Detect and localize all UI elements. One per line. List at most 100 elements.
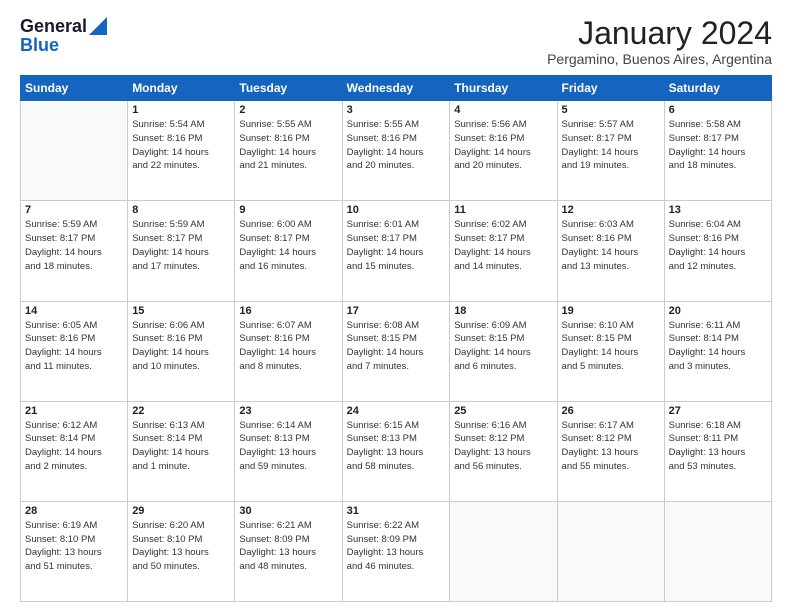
day-number: 1 bbox=[132, 104, 230, 116]
calendar-cell: 13 Sunrise: 6:04 AM Sunset: 8:16 PM Dayli… bbox=[664, 201, 771, 301]
calendar-cell: 15 Sunrise: 6:06 AM Sunset: 8:16 PM Dayli… bbox=[128, 301, 235, 401]
day-info: Sunrise: 6:19 AM Sunset: 8:10 PM Dayligh… bbox=[25, 519, 123, 574]
calendar-cell: 24 Sunrise: 6:15 AM Sunset: 8:13 PM Dayli… bbox=[342, 401, 450, 501]
day-number: 21 bbox=[25, 405, 123, 417]
day-number: 5 bbox=[562, 104, 660, 116]
day-number: 31 bbox=[347, 505, 446, 517]
day-info: Sunrise: 6:01 AM Sunset: 8:17 PM Dayligh… bbox=[347, 218, 446, 273]
calendar-cell: 28 Sunrise: 6:19 AM Sunset: 8:10 PM Dayli… bbox=[21, 501, 128, 601]
day-info: Sunrise: 6:07 AM Sunset: 8:16 PM Dayligh… bbox=[239, 319, 337, 374]
day-number: 18 bbox=[454, 305, 552, 317]
day-number: 27 bbox=[669, 405, 767, 417]
day-number: 30 bbox=[239, 505, 337, 517]
day-info: Sunrise: 6:16 AM Sunset: 8:12 PM Dayligh… bbox=[454, 419, 552, 474]
day-number: 10 bbox=[347, 204, 446, 216]
day-info: Sunrise: 6:06 AM Sunset: 8:16 PM Dayligh… bbox=[132, 319, 230, 374]
day-info: Sunrise: 6:21 AM Sunset: 8:09 PM Dayligh… bbox=[239, 519, 337, 574]
day-info: Sunrise: 6:13 AM Sunset: 8:14 PM Dayligh… bbox=[132, 419, 230, 474]
day-info: Sunrise: 6:18 AM Sunset: 8:11 PM Dayligh… bbox=[669, 419, 767, 474]
calendar-cell: 3 Sunrise: 5:55 AM Sunset: 8:16 PM Daylig… bbox=[342, 101, 450, 201]
day-info: Sunrise: 6:02 AM Sunset: 8:17 PM Dayligh… bbox=[454, 218, 552, 273]
day-number: 22 bbox=[132, 405, 230, 417]
day-info: Sunrise: 6:05 AM Sunset: 8:16 PM Dayligh… bbox=[25, 319, 123, 374]
calendar-cell: 27 Sunrise: 6:18 AM Sunset: 8:11 PM Dayli… bbox=[664, 401, 771, 501]
calendar-cell: 1Sunrise: 5:54 AM Sunset: 8:16 PM Daylig… bbox=[128, 101, 235, 201]
day-number: 28 bbox=[25, 505, 123, 517]
calendar-cell: 31Sunrise: 6:22 AM Sunset: 8:09 PM Dayli… bbox=[342, 501, 450, 601]
calendar-cell: 12Sunrise: 6:03 AM Sunset: 8:16 PM Dayli… bbox=[557, 201, 664, 301]
day-number: 13 bbox=[669, 204, 767, 216]
day-info: Sunrise: 5:59 AM Sunset: 8:17 PM Dayligh… bbox=[132, 218, 230, 273]
day-number: 25 bbox=[454, 405, 552, 417]
day-info: Sunrise: 6:04 AM Sunset: 8:16 PM Dayligh… bbox=[669, 218, 767, 273]
calendar-cell: 4Sunrise: 5:56 AM Sunset: 8:16 PM Daylig… bbox=[450, 101, 557, 201]
day-number: 8 bbox=[132, 204, 230, 216]
header: General Blue January 2024 Pergamino, Bue… bbox=[20, 16, 772, 67]
calendar-cell: 16 Sunrise: 6:07 AM Sunset: 8:16 PM Dayli… bbox=[235, 301, 342, 401]
calendar-cell: 25 Sunrise: 6:16 AM Sunset: 8:12 PM Dayli… bbox=[450, 401, 557, 501]
calendar-cell: 19Sunrise: 6:10 AM Sunset: 8:15 PM Dayli… bbox=[557, 301, 664, 401]
day-info: Sunrise: 6:08 AM Sunset: 8:15 PM Dayligh… bbox=[347, 319, 446, 374]
day-number: 17 bbox=[347, 305, 446, 317]
day-number: 16 bbox=[239, 305, 337, 317]
calendar-cell: 8 Sunrise: 5:59 AM Sunset: 8:17 PM Daylig… bbox=[128, 201, 235, 301]
calendar-cell: 22 Sunrise: 6:13 AM Sunset: 8:14 PM Dayli… bbox=[128, 401, 235, 501]
day-number: 24 bbox=[347, 405, 446, 417]
day-info: Sunrise: 5:59 AM Sunset: 8:17 PM Dayligh… bbox=[25, 218, 123, 273]
day-info: Sunrise: 5:58 AM Sunset: 8:17 PM Dayligh… bbox=[669, 118, 767, 173]
day-info: Sunrise: 6:20 AM Sunset: 8:10 PM Dayligh… bbox=[132, 519, 230, 574]
day-info: Sunrise: 5:56 AM Sunset: 8:16 PM Dayligh… bbox=[454, 118, 552, 173]
day-number: 14 bbox=[25, 305, 123, 317]
day-info: Sunrise: 5:55 AM Sunset: 8:16 PM Dayligh… bbox=[239, 118, 337, 173]
day-info: Sunrise: 6:11 AM Sunset: 8:14 PM Dayligh… bbox=[669, 319, 767, 374]
logo-general: General bbox=[20, 16, 87, 37]
calendar-cell bbox=[664, 501, 771, 601]
day-number: 3 bbox=[347, 104, 446, 116]
calendar-cell: 17 Sunrise: 6:08 AM Sunset: 8:15 PM Dayli… bbox=[342, 301, 450, 401]
calendar-cell: 2 Sunrise: 5:55 AM Sunset: 8:16 PM Daylig… bbox=[235, 101, 342, 201]
calendar-cell: 30 Sunrise: 6:21 AM Sunset: 8:09 PM Dayli… bbox=[235, 501, 342, 601]
logo: General Blue bbox=[20, 16, 107, 56]
calendar-cell: 7 Sunrise: 5:59 AM Sunset: 8:17 PM Daylig… bbox=[21, 201, 128, 301]
month-title: January 2024 bbox=[547, 16, 772, 51]
calendar-cell: 5 Sunrise: 5:57 AM Sunset: 8:17 PM Daylig… bbox=[557, 101, 664, 201]
calendar-header-thursday: Thursday bbox=[450, 76, 557, 101]
day-number: 23 bbox=[239, 405, 337, 417]
day-number: 15 bbox=[132, 305, 230, 317]
day-info: Sunrise: 5:57 AM Sunset: 8:17 PM Dayligh… bbox=[562, 118, 660, 173]
page: General Blue January 2024 Pergamino, Bue… bbox=[0, 0, 792, 612]
calendar-header-row: SundayMondayTuesdayWednesdayThursdayFrid… bbox=[21, 76, 772, 101]
calendar-cell: 26 Sunrise: 6:17 AM Sunset: 8:12 PM Dayli… bbox=[557, 401, 664, 501]
calendar-cell bbox=[450, 501, 557, 601]
logo-icon bbox=[89, 17, 107, 35]
calendar-cell: 14 Sunrise: 6:05 AM Sunset: 8:16 PM Dayli… bbox=[21, 301, 128, 401]
location-subtitle: Pergamino, Buenos Aires, Argentina bbox=[547, 51, 772, 67]
day-number: 9 bbox=[239, 204, 337, 216]
calendar-cell: 20 Sunrise: 6:11 AM Sunset: 8:14 PM Dayli… bbox=[664, 301, 771, 401]
calendar-header-friday: Friday bbox=[557, 76, 664, 101]
calendar-week-4: 21 Sunrise: 6:12 AM Sunset: 8:14 PM Dayli… bbox=[21, 401, 772, 501]
day-number: 29 bbox=[132, 505, 230, 517]
day-number: 2 bbox=[239, 104, 337, 116]
calendar-header-monday: Monday bbox=[128, 76, 235, 101]
calendar-cell: 11 Sunrise: 6:02 AM Sunset: 8:17 PM Dayli… bbox=[450, 201, 557, 301]
day-info: Sunrise: 6:12 AM Sunset: 8:14 PM Dayligh… bbox=[25, 419, 123, 474]
day-number: 20 bbox=[669, 305, 767, 317]
calendar-cell: 23Sunrise: 6:14 AM Sunset: 8:13 PM Dayli… bbox=[235, 401, 342, 501]
day-info: Sunrise: 6:15 AM Sunset: 8:13 PM Dayligh… bbox=[347, 419, 446, 474]
day-info: Sunrise: 5:55 AM Sunset: 8:16 PM Dayligh… bbox=[347, 118, 446, 173]
day-info: Sunrise: 6:00 AM Sunset: 8:17 PM Dayligh… bbox=[239, 218, 337, 273]
day-number: 6 bbox=[669, 104, 767, 116]
day-number: 19 bbox=[562, 305, 660, 317]
title-block: January 2024 Pergamino, Buenos Aires, Ar… bbox=[547, 16, 772, 67]
calendar-week-1: 1Sunrise: 5:54 AM Sunset: 8:16 PM Daylig… bbox=[21, 101, 772, 201]
calendar-table: SundayMondayTuesdayWednesdayThursdayFrid… bbox=[20, 75, 772, 602]
day-number: 7 bbox=[25, 204, 123, 216]
calendar-cell bbox=[21, 101, 128, 201]
day-number: 11 bbox=[454, 204, 552, 216]
day-info: Sunrise: 6:17 AM Sunset: 8:12 PM Dayligh… bbox=[562, 419, 660, 474]
calendar-cell: 21 Sunrise: 6:12 AM Sunset: 8:14 PM Dayli… bbox=[21, 401, 128, 501]
calendar-cell: 6 Sunrise: 5:58 AM Sunset: 8:17 PM Daylig… bbox=[664, 101, 771, 201]
day-number: 26 bbox=[562, 405, 660, 417]
calendar-cell: 29 Sunrise: 6:20 AM Sunset: 8:10 PM Dayli… bbox=[128, 501, 235, 601]
